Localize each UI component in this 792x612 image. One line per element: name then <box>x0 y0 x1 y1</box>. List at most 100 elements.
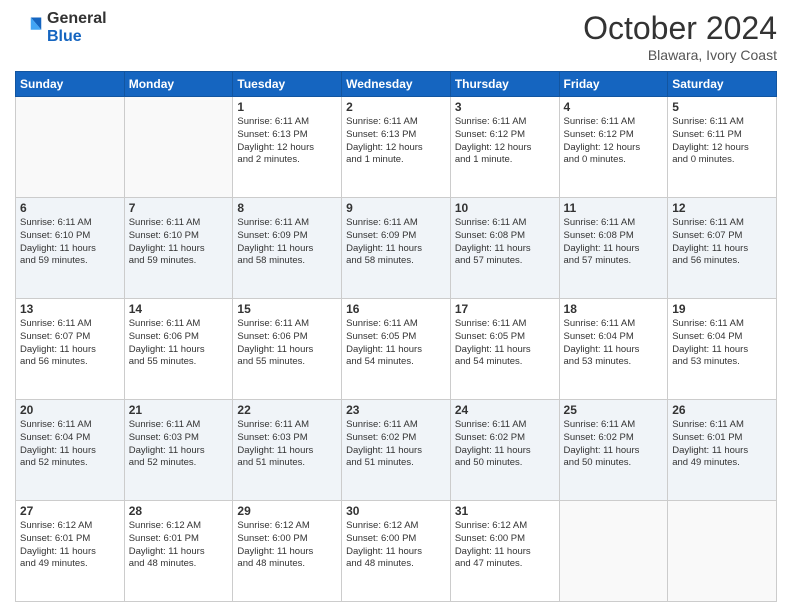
col-sunday: Sunday <box>16 72 125 97</box>
day-info: Sunrise: 6:11 AM Sunset: 6:01 PM Dayligh… <box>672 419 772 470</box>
calendar-table: Sunday Monday Tuesday Wednesday Thursday… <box>15 71 777 602</box>
table-row: 10 Sunrise: 6:11 AM Sunset: 6:08 PM Dayli… <box>450 198 559 299</box>
day-number: 19 <box>672 302 772 316</box>
day-info: Sunrise: 6:11 AM Sunset: 6:08 PM Dayligh… <box>455 217 555 268</box>
day-number: 28 <box>129 504 229 518</box>
day-info: Sunrise: 6:11 AM Sunset: 6:08 PM Dayligh… <box>564 217 664 268</box>
day-number: 30 <box>346 504 446 518</box>
table-row <box>16 97 125 198</box>
col-saturday: Saturday <box>668 72 777 97</box>
table-row: 22 Sunrise: 6:11 AM Sunset: 6:03 PM Dayli… <box>233 400 342 501</box>
day-info: Sunrise: 6:11 AM Sunset: 6:05 PM Dayligh… <box>346 318 446 369</box>
title-month: October 2024 <box>583 10 777 47</box>
day-info: Sunrise: 6:12 AM Sunset: 6:00 PM Dayligh… <box>237 520 337 571</box>
table-row: 19Sunrise: 6:11 AM Sunset: 6:04 PM Dayli… <box>668 299 777 400</box>
day-number: 21 <box>129 403 229 417</box>
calendar-week-row: 1 Sunrise: 6:11 AM Sunset: 6:13 PM Daylig… <box>16 97 777 198</box>
day-number: 11 <box>564 201 664 215</box>
calendar-week-row: 20 Sunrise: 6:11 AM Sunset: 6:04 PM Dayli… <box>16 400 777 501</box>
day-info: Sunrise: 6:11 AM Sunset: 6:04 PM Dayligh… <box>564 318 664 369</box>
day-info: Sunrise: 6:11 AM Sunset: 6:07 PM Dayligh… <box>672 217 772 268</box>
calendar-week-row: 13 Sunrise: 6:11 AM Sunset: 6:07 PM Dayli… <box>16 299 777 400</box>
logo-text: General Blue <box>47 10 107 45</box>
calendar-week-row: 27Sunrise: 6:12 AM Sunset: 6:01 PM Dayli… <box>16 501 777 602</box>
day-info: Sunrise: 6:12 AM Sunset: 6:01 PM Dayligh… <box>129 520 229 571</box>
col-wednesday: Wednesday <box>342 72 451 97</box>
day-number: 16 <box>346 302 446 316</box>
header: General Blue October 2024 Blawara, Ivory… <box>15 10 777 63</box>
table-row: 27Sunrise: 6:12 AM Sunset: 6:01 PM Dayli… <box>16 501 125 602</box>
page: General Blue October 2024 Blawara, Ivory… <box>0 0 792 612</box>
table-row: 4 Sunrise: 6:11 AM Sunset: 6:12 PM Daylig… <box>559 97 668 198</box>
table-row: 12 Sunrise: 6:11 AM Sunset: 6:07 PM Dayli… <box>668 198 777 299</box>
day-number: 8 <box>237 201 337 215</box>
table-row: 6 Sunrise: 6:11 AM Sunset: 6:10 PM Daylig… <box>16 198 125 299</box>
logo: General Blue <box>15 10 107 45</box>
table-row <box>559 501 668 602</box>
day-info: Sunrise: 6:12 AM Sunset: 6:00 PM Dayligh… <box>346 520 446 571</box>
table-row: 3Sunrise: 6:11 AM Sunset: 6:12 PM Daylig… <box>450 97 559 198</box>
day-number: 12 <box>672 201 772 215</box>
calendar-week-row: 6 Sunrise: 6:11 AM Sunset: 6:10 PM Daylig… <box>16 198 777 299</box>
logo-icon <box>15 14 43 42</box>
table-row: 2 Sunrise: 6:11 AM Sunset: 6:13 PM Daylig… <box>342 97 451 198</box>
day-number: 20 <box>20 403 120 417</box>
day-info: Sunrise: 6:11 AM Sunset: 6:10 PM Dayligh… <box>129 217 229 268</box>
day-number: 1 <box>237 100 337 114</box>
day-number: 6 <box>20 201 120 215</box>
day-info: Sunrise: 6:11 AM Sunset: 6:12 PM Dayligh… <box>564 116 664 167</box>
day-number: 3 <box>455 100 555 114</box>
day-info: Sunrise: 6:11 AM Sunset: 6:07 PM Dayligh… <box>20 318 120 369</box>
day-info: Sunrise: 6:11 AM Sunset: 6:03 PM Dayligh… <box>129 419 229 470</box>
day-info: Sunrise: 6:11 AM Sunset: 6:05 PM Dayligh… <box>455 318 555 369</box>
table-row: 16 Sunrise: 6:11 AM Sunset: 6:05 PM Dayli… <box>342 299 451 400</box>
col-tuesday: Tuesday <box>233 72 342 97</box>
day-number: 22 <box>237 403 337 417</box>
day-number: 24 <box>455 403 555 417</box>
day-info: Sunrise: 6:12 AM Sunset: 6:00 PM Dayligh… <box>455 520 555 571</box>
table-row: 30 Sunrise: 6:12 AM Sunset: 6:00 PM Dayli… <box>342 501 451 602</box>
table-row: 21 Sunrise: 6:11 AM Sunset: 6:03 PM Dayli… <box>124 400 233 501</box>
table-row: 31 Sunrise: 6:12 AM Sunset: 6:00 PM Dayli… <box>450 501 559 602</box>
day-info: Sunrise: 6:11 AM Sunset: 6:09 PM Dayligh… <box>237 217 337 268</box>
day-info: Sunrise: 6:11 AM Sunset: 6:06 PM Dayligh… <box>129 318 229 369</box>
day-number: 18 <box>564 302 664 316</box>
day-info: Sunrise: 6:11 AM Sunset: 6:03 PM Dayligh… <box>237 419 337 470</box>
day-number: 4 <box>564 100 664 114</box>
day-info: Sunrise: 6:11 AM Sunset: 6:06 PM Dayligh… <box>237 318 337 369</box>
col-monday: Monday <box>124 72 233 97</box>
day-number: 17 <box>455 302 555 316</box>
day-number: 25 <box>564 403 664 417</box>
day-info: Sunrise: 6:11 AM Sunset: 6:13 PM Dayligh… <box>346 116 446 167</box>
day-info: Sunrise: 6:11 AM Sunset: 6:13 PM Dayligh… <box>237 116 337 167</box>
title-block: October 2024 Blawara, Ivory Coast <box>583 10 777 63</box>
table-row: 7Sunrise: 6:11 AM Sunset: 6:10 PM Daylig… <box>124 198 233 299</box>
day-number: 23 <box>346 403 446 417</box>
col-friday: Friday <box>559 72 668 97</box>
table-row: 28 Sunrise: 6:12 AM Sunset: 6:01 PM Dayli… <box>124 501 233 602</box>
day-number: 10 <box>455 201 555 215</box>
table-row: 20 Sunrise: 6:11 AM Sunset: 6:04 PM Dayli… <box>16 400 125 501</box>
day-info: Sunrise: 6:11 AM Sunset: 6:11 PM Dayligh… <box>672 116 772 167</box>
col-thursday: Thursday <box>450 72 559 97</box>
table-row: 1 Sunrise: 6:11 AM Sunset: 6:13 PM Daylig… <box>233 97 342 198</box>
day-info: Sunrise: 6:11 AM Sunset: 6:09 PM Dayligh… <box>346 217 446 268</box>
table-row: 14 Sunrise: 6:11 AM Sunset: 6:06 PM Dayli… <box>124 299 233 400</box>
day-info: Sunrise: 6:11 AM Sunset: 6:04 PM Dayligh… <box>20 419 120 470</box>
logo-blue: Blue <box>47 28 82 45</box>
day-number: 31 <box>455 504 555 518</box>
table-row: 13 Sunrise: 6:11 AM Sunset: 6:07 PM Dayli… <box>16 299 125 400</box>
day-number: 13 <box>20 302 120 316</box>
day-info: Sunrise: 6:11 AM Sunset: 6:10 PM Dayligh… <box>20 217 120 268</box>
table-row: 8 Sunrise: 6:11 AM Sunset: 6:09 PM Daylig… <box>233 198 342 299</box>
table-row: 18 Sunrise: 6:11 AM Sunset: 6:04 PM Dayli… <box>559 299 668 400</box>
logo-general: General <box>47 10 107 27</box>
table-row: 26Sunrise: 6:11 AM Sunset: 6:01 PM Dayli… <box>668 400 777 501</box>
table-row: 24Sunrise: 6:11 AM Sunset: 6:02 PM Dayli… <box>450 400 559 501</box>
day-number: 2 <box>346 100 446 114</box>
table-row: 5Sunrise: 6:11 AM Sunset: 6:11 PM Daylig… <box>668 97 777 198</box>
day-number: 14 <box>129 302 229 316</box>
table-row: 25Sunrise: 6:11 AM Sunset: 6:02 PM Dayli… <box>559 400 668 501</box>
day-number: 15 <box>237 302 337 316</box>
title-location: Blawara, Ivory Coast <box>583 47 777 63</box>
